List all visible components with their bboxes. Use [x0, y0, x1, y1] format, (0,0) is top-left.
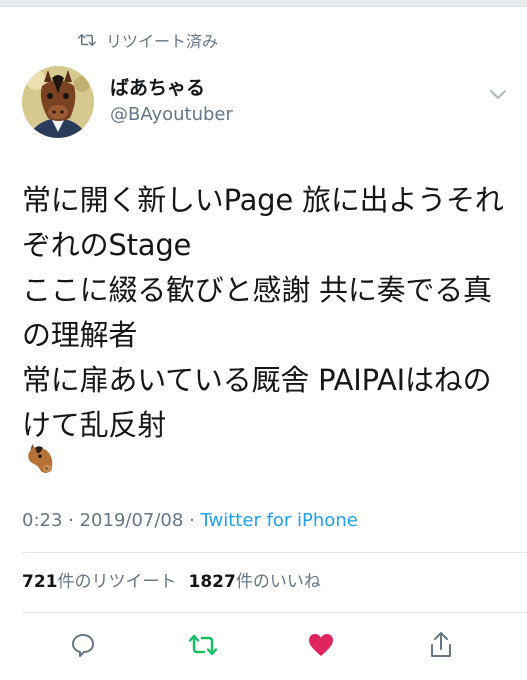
retweet-count-label: 件のリツイート: [57, 572, 177, 592]
retweet-icon: [78, 34, 96, 46]
like-stat[interactable]: 1827件のいいね: [189, 572, 321, 592]
retweet-active-icon: [188, 634, 218, 656]
meta-separator-2: ·: [183, 510, 201, 531]
user-handle[interactable]: @BAyoutuber: [110, 104, 233, 126]
retweet-context: リツイート済み: [78, 28, 218, 52]
share-icon: [431, 632, 451, 657]
display-name[interactable]: ばあちゃる: [110, 76, 233, 100]
top-border: [0, 0, 527, 7]
chevron-down-icon[interactable]: [488, 84, 508, 104]
reply-icon: [72, 634, 94, 657]
heart-filled-icon: [309, 634, 333, 656]
tweet-source-link[interactable]: Twitter for iPhone: [201, 510, 358, 531]
like-button[interactable]: [306, 630, 336, 660]
retweet-count: 721: [22, 572, 58, 592]
tweet-stats: 721件のリツイート 1827件のいいね: [22, 570, 321, 594]
divider-top: [22, 552, 527, 553]
author-names: ばあちゃる @BAyoutuber: [110, 76, 233, 126]
meta-separator-1: ·: [62, 510, 80, 531]
divider-bottom: [22, 612, 527, 613]
tweet-date: 2019/07/08: [79, 510, 184, 531]
avatar[interactable]: [22, 66, 94, 138]
tweet-time: 0:23: [22, 510, 63, 531]
tweet-meta: 0:23 · 2019/07/08 · Twitter for iPhone: [22, 508, 358, 534]
reply-button[interactable]: [68, 630, 98, 660]
tweet-text: 常に開く新しいPage 旅に出ようそれぞれのStage ここに綴る歓びと感謝 共…: [22, 183, 504, 442]
tweet-header: ばあちゃる @BAyoutuber: [22, 66, 512, 140]
retweet-button[interactable]: [188, 630, 218, 660]
tweet-actions: [0, 622, 527, 668]
share-button[interactable]: [426, 630, 456, 660]
like-count: 1827: [188, 572, 236, 592]
horse-face-emoji-icon: [28, 443, 53, 473]
horse-mask-avatar-icon: [22, 66, 94, 138]
retweet-stat[interactable]: 721件のリツイート: [22, 572, 177, 592]
like-count-label: 件のいいね: [235, 572, 321, 592]
retweet-context-label: リツイート済み: [106, 32, 219, 51]
